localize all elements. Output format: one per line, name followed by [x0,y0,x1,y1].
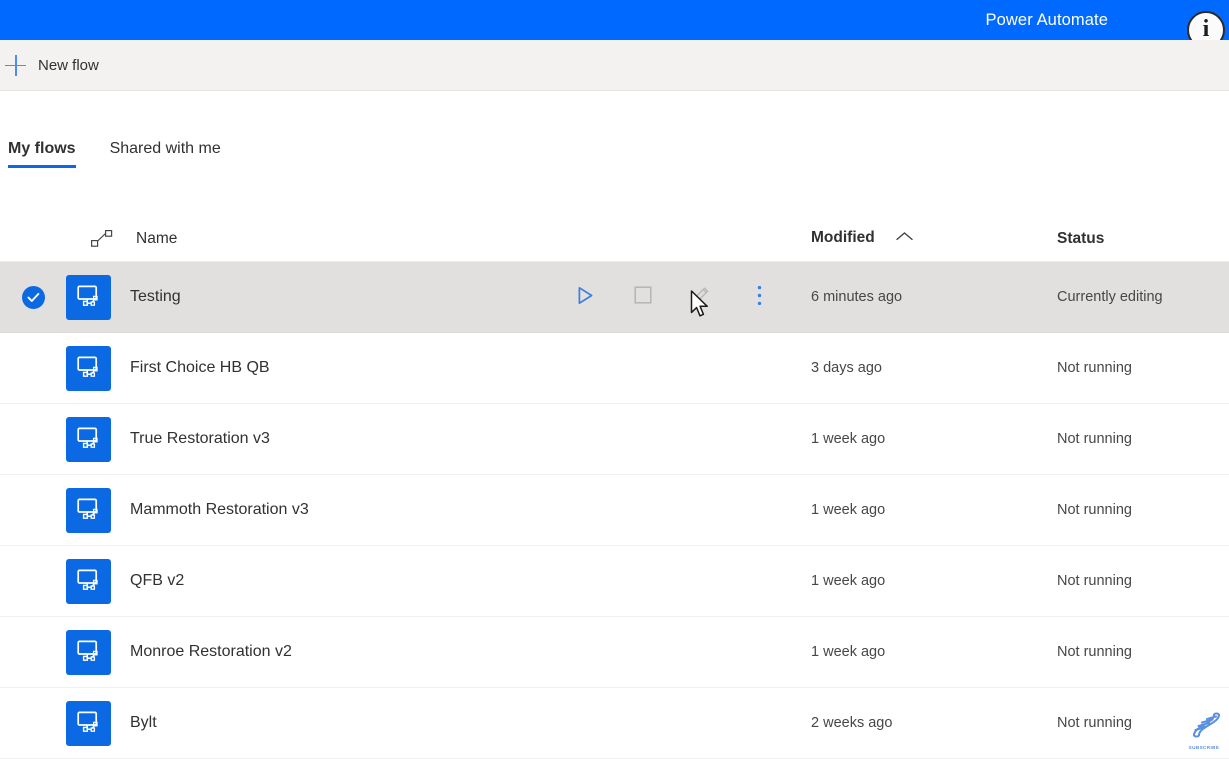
tab-my-flows-label: My flows [8,140,76,157]
row-modified-cell: 1 week ago [811,430,1057,448]
flow-name: True Restoration v3 [130,430,270,447]
desktop-flow-icon [66,700,111,746]
table-row[interactable]: Monroe Restoration v2 1 week ago Not run… [0,617,1229,688]
flow-name: Bylt [130,714,157,731]
table-row[interactable]: First Choice HB QB 3 days ago Not runnin… [0,333,1229,404]
desktop-flow-icon [66,345,111,391]
flow-modified: 1 week ago [811,573,886,589]
header-status-cell[interactable]: Status [1057,230,1229,248]
header-name-cell[interactable]: Name [132,230,811,248]
flow-status: Not running [1057,502,1132,518]
row-status-cell: Currently editing [1057,288,1229,306]
row-actions [556,262,788,333]
flow-modified: 6 minutes ago [811,289,903,305]
command-bar: New flow [0,40,1229,91]
flow-name: Mammoth Restoration v3 [130,501,309,518]
dna-helix-icon [1185,703,1223,744]
new-flow-button[interactable]: New flow [0,49,109,82]
table-header-row: Name Modified Status [0,216,1229,262]
flow-status: Not running [1057,715,1132,731]
header-status-label: Status [1057,229,1105,247]
row-modified-cell: 6 minutes ago [811,288,1057,306]
row-name-cell[interactable]: QFB v2 [126,572,811,590]
edit-icon [691,285,711,310]
row-status-cell: Not running [1057,359,1229,377]
app-header: Power Automate [0,0,1229,40]
row-checkbox-selected[interactable] [0,285,66,309]
plus-icon [5,54,26,76]
row-modified-cell: 1 week ago [811,572,1057,590]
flow-name: Testing [130,288,181,305]
flow-modified: 1 week ago [811,431,886,447]
flow-modified: 2 weeks ago [811,715,893,731]
row-type-icon [66,700,126,746]
row-modified-cell: 1 week ago [811,643,1057,661]
row-modified-cell: 1 week ago [811,501,1057,519]
row-type-icon [66,274,126,320]
row-type-icon [66,629,126,675]
row-type-icon [66,345,126,391]
flow-status: Not running [1057,573,1132,589]
row-name-cell[interactable]: True Restoration v3 [126,430,811,448]
flow-tabs: My flows Shared with me [0,140,221,168]
edit-flow-button[interactable] [672,278,730,318]
row-name-cell[interactable]: Monroe Restoration v2 [126,643,811,661]
row-status-cell: Not running [1057,643,1229,661]
row-type-icon [66,558,126,604]
flow-connector-icon [72,230,132,247]
subscribe-watermark: SUBSCRIBE [1182,703,1226,751]
desktop-flow-icon [66,487,111,533]
more-options-icon [757,285,762,311]
row-status-cell: Not running [1057,430,1229,448]
run-flow-button[interactable] [556,278,614,318]
stop-flow-button[interactable] [614,278,672,318]
app-title: Power Automate [985,10,1108,29]
sort-ascending-chevron-icon [895,229,914,247]
desktop-flow-icon [66,558,111,604]
table-row[interactable]: True Restoration v3 1 week ago Not runni… [0,404,1229,475]
desktop-flow-icon [66,274,111,320]
header-modified-label: Modified [811,229,875,247]
tab-shared-with-me-label: Shared with me [109,140,221,157]
table-row[interactable]: Testing 6 minutes ago Currently editing [0,262,1229,333]
checkmark-icon [21,285,45,309]
desktop-flow-icon [66,629,111,675]
tab-shared-with-me[interactable]: Shared with me [110,140,221,168]
desktop-flow-icon [66,416,111,462]
flow-name: Monroe Restoration v2 [130,643,292,660]
more-options-button[interactable] [730,278,788,318]
tab-my-flows[interactable]: My flows [8,140,76,168]
flow-name: QFB v2 [130,572,185,589]
row-name-cell[interactable]: Bylt [126,714,811,732]
run-icon [577,286,594,310]
flow-modified: 1 week ago [811,644,886,660]
new-flow-label: New flow [38,56,99,74]
stop-icon [634,286,652,309]
table-row[interactable]: Mammoth Restoration v3 1 week ago Not ru… [0,475,1229,546]
table-row[interactable]: Bylt 2 weeks ago Not running [0,688,1229,759]
info-icon: i [1202,16,1210,42]
row-modified-cell: 2 weeks ago [811,714,1057,732]
row-status-cell: Not running [1057,572,1229,590]
header-name-label: Name [136,229,178,247]
header-modified-cell[interactable]: Modified [811,229,1057,247]
table-row[interactable]: QFB v2 1 week ago Not running [0,546,1229,617]
row-name-cell[interactable]: First Choice HB QB [126,359,811,377]
row-status-cell: Not running [1057,501,1229,519]
row-type-icon [66,487,126,533]
flow-modified: 3 days ago [811,360,882,376]
row-type-icon [66,416,126,462]
flow-status: Currently editing [1057,289,1163,305]
row-modified-cell: 3 days ago [811,359,1057,377]
subscribe-label: SUBSCRIBE [1188,745,1220,750]
row-name-cell[interactable]: Mammoth Restoration v3 [126,501,811,519]
flows-table: Name Modified Status Testing 6 minutes a… [0,216,1229,759]
flow-status: Not running [1057,644,1132,660]
flow-status: Not running [1057,360,1132,376]
flow-modified: 1 week ago [811,502,886,518]
flow-status: Not running [1057,431,1132,447]
flow-name: First Choice HB QB [130,359,270,376]
